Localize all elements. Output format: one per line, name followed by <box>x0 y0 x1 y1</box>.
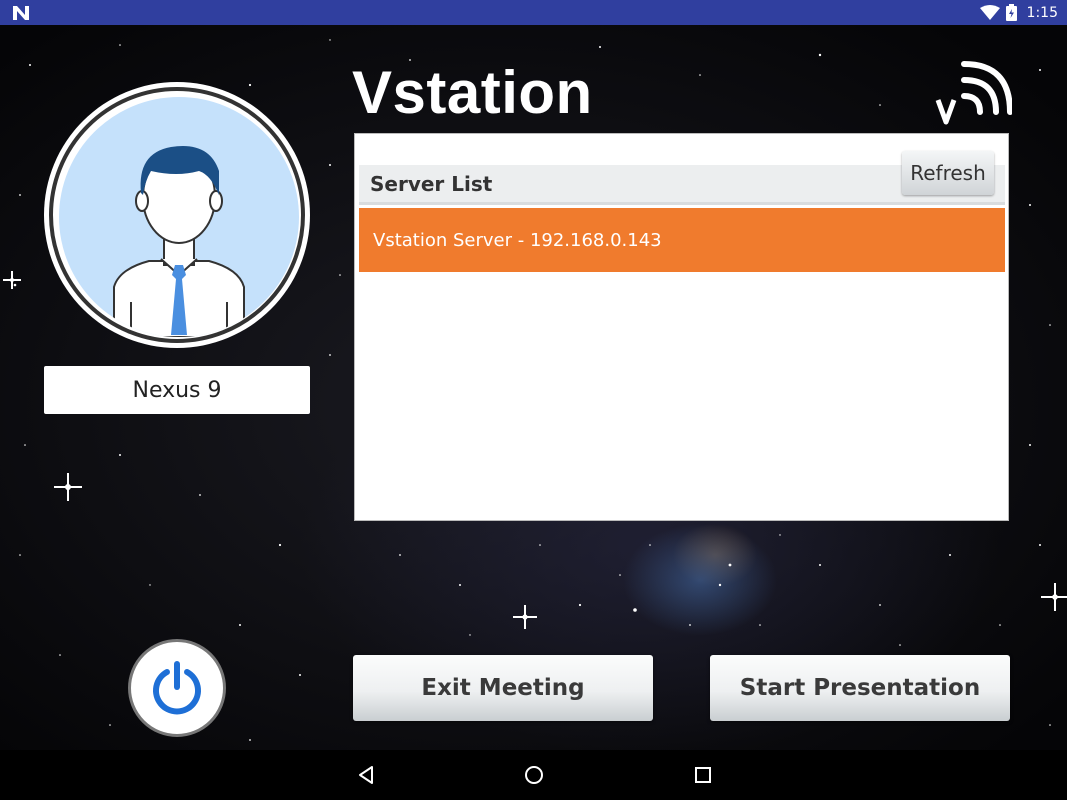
status-icons: 1:15 <box>979 0 1058 25</box>
back-icon[interactable] <box>355 764 377 786</box>
battery-icon <box>1005 4 1017 21</box>
nav-bar <box>0 750 1067 800</box>
avatar-ring <box>49 87 305 343</box>
avatar-inner <box>59 97 299 337</box>
device-name-label: Nexus 9 <box>44 366 310 414</box>
recents-icon[interactable] <box>692 764 714 786</box>
refresh-button[interactable]: Refresh <box>902 151 994 195</box>
server-list-title: Server List <box>370 172 493 196</box>
vstation-cast-icon <box>935 61 1012 125</box>
notification-n-icon <box>13 6 29 20</box>
app-title: Vstation <box>352 59 593 126</box>
power-button[interactable] <box>128 639 226 737</box>
user-avatar-icon <box>113 146 245 337</box>
avatar <box>44 82 310 348</box>
exit-meeting-button[interactable]: Exit Meeting <box>353 655 653 721</box>
wifi-icon <box>979 4 1000 20</box>
home-icon[interactable] <box>523 764 545 786</box>
power-icon <box>153 661 201 715</box>
status-bar: 1:15 <box>0 0 1067 25</box>
server-list-item[interactable]: Vstation Server - 192.168.0.143 <box>359 208 1005 272</box>
start-presentation-button[interactable]: Start Presentation <box>710 655 1010 721</box>
status-time: 1:15 <box>1026 4 1058 21</box>
server-list-panel: Server List Refresh Vstation Server - 19… <box>354 133 1009 521</box>
